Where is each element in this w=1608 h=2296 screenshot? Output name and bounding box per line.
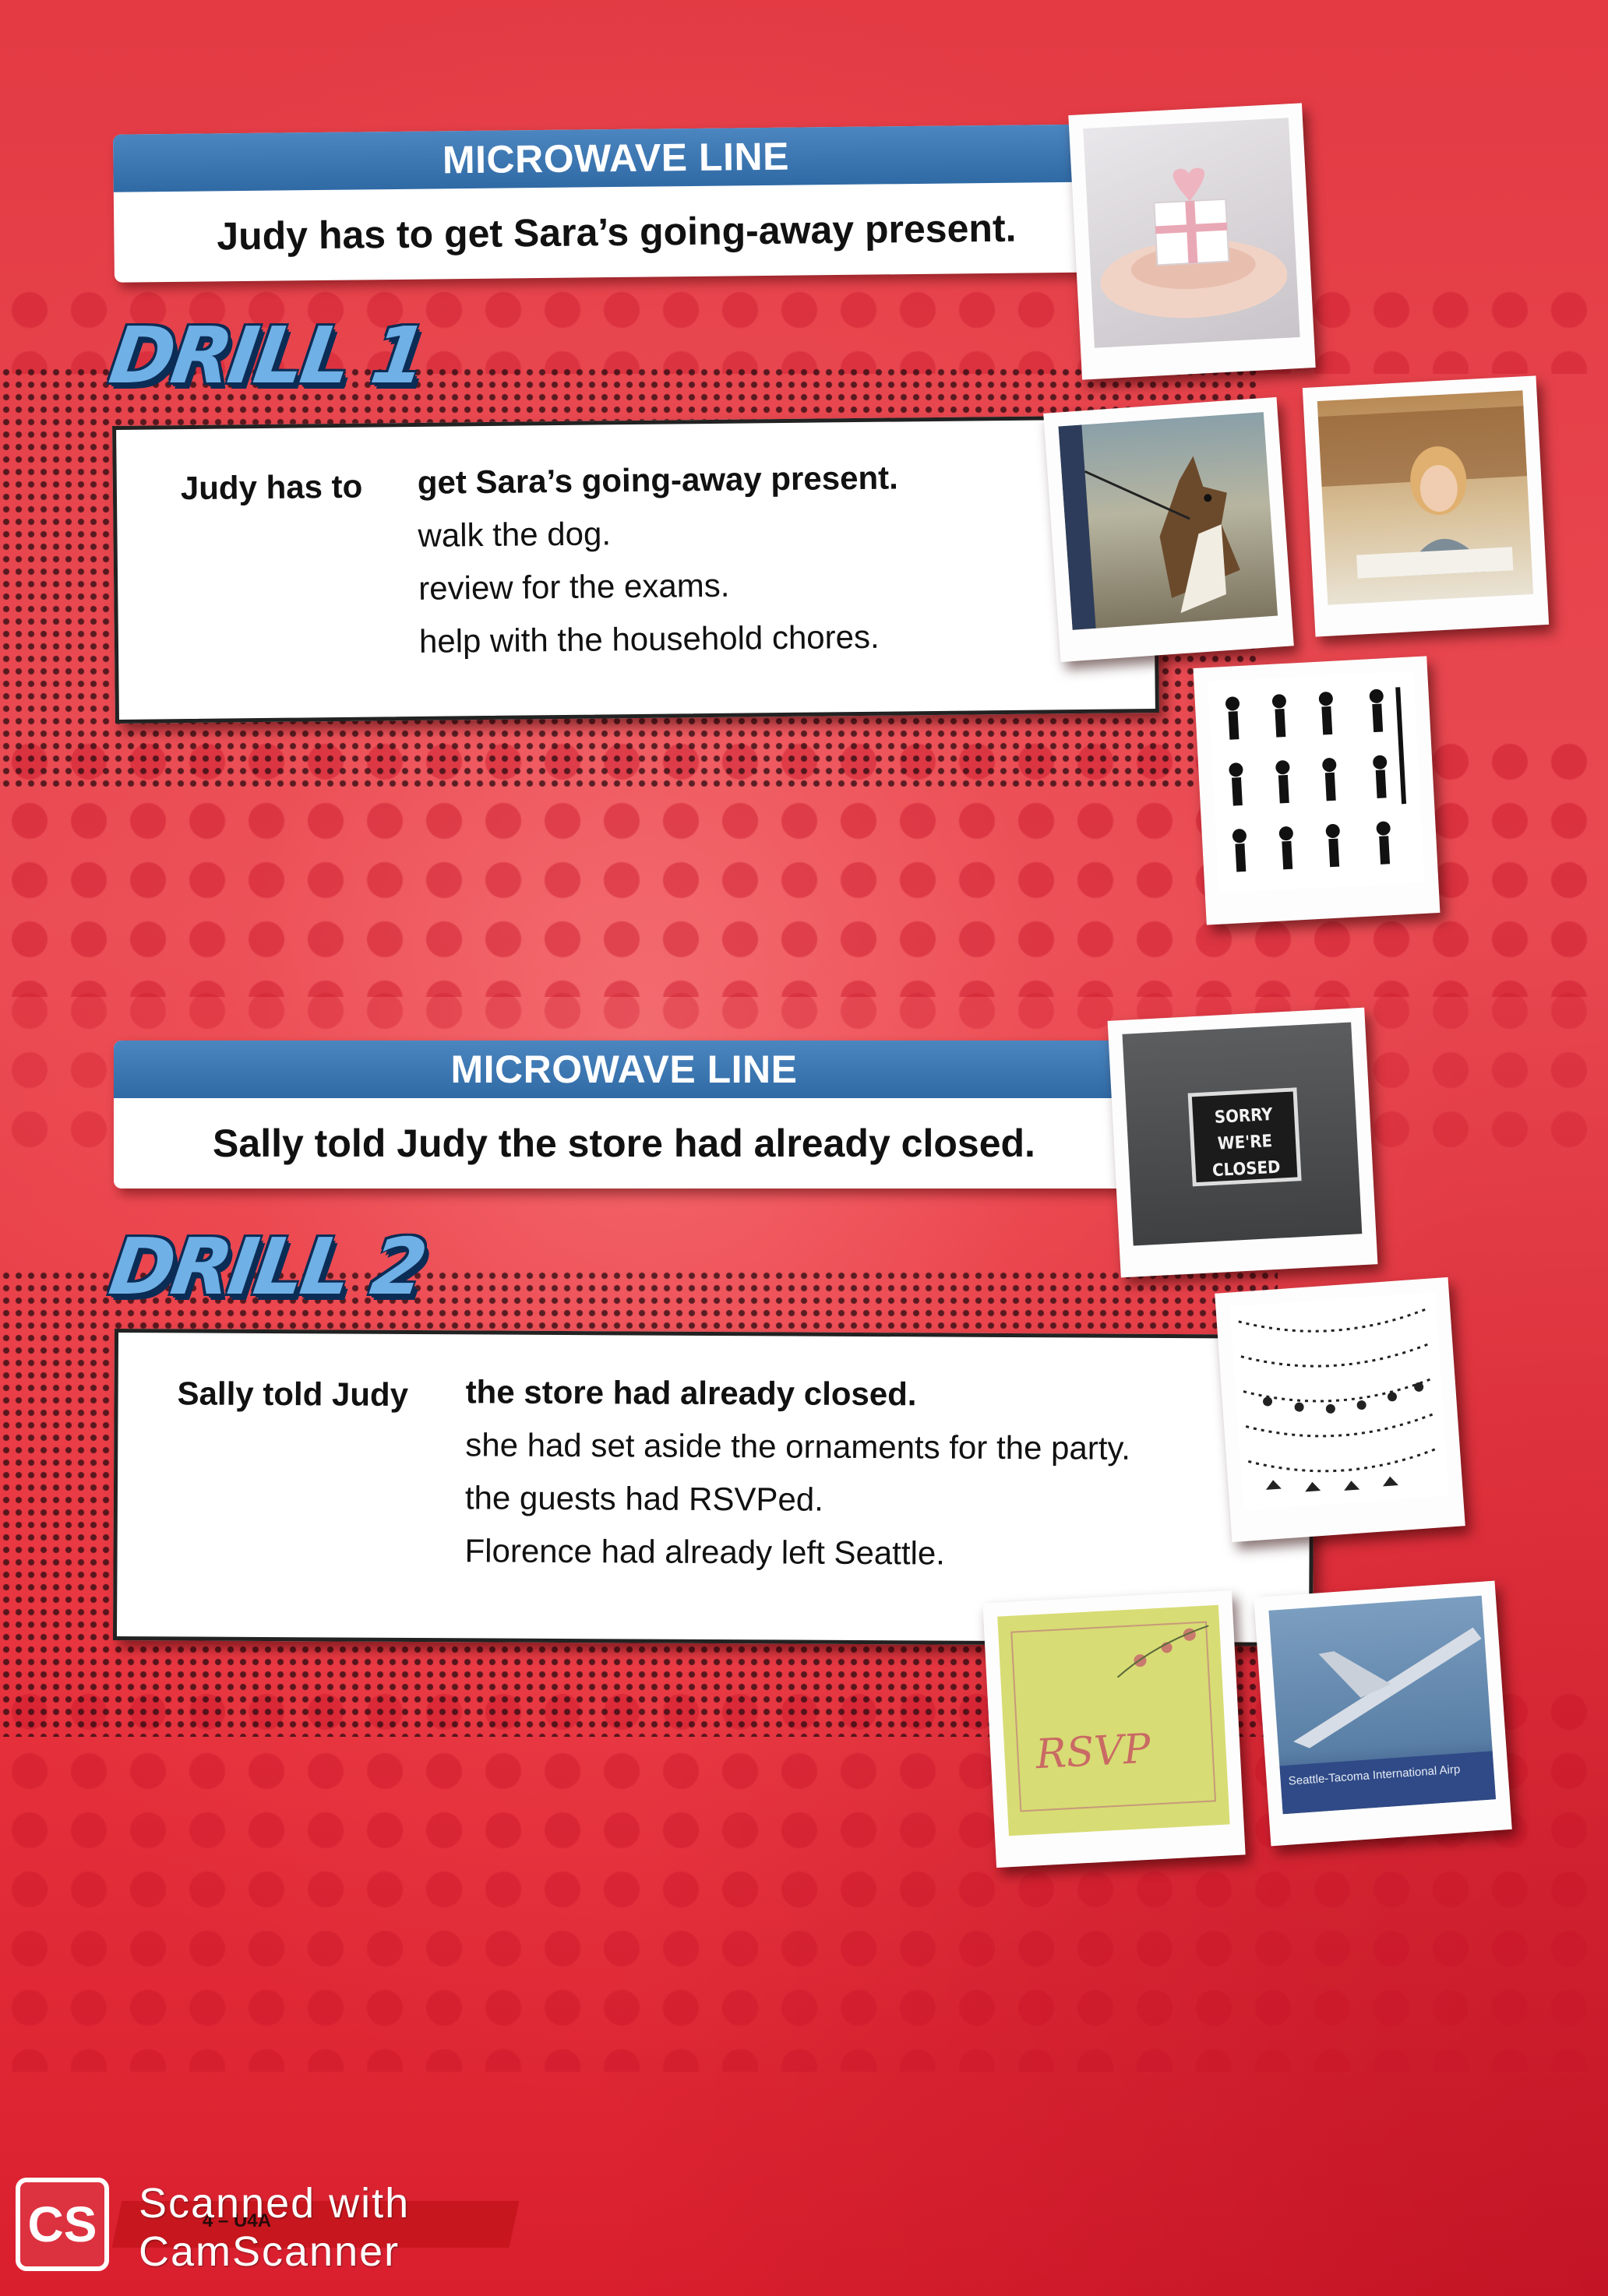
rsvp-card-image: RSVP bbox=[997, 1604, 1230, 1836]
photo-dog bbox=[1043, 396, 1294, 663]
gift-image bbox=[1083, 118, 1300, 348]
drill-2-lead: Sally told Judy bbox=[177, 1375, 409, 1413]
photo-ornaments bbox=[1215, 1277, 1465, 1543]
closed-sign-board: SORRY WE'RE CLOSED bbox=[1187, 1087, 1302, 1187]
camscanner-line-2: CamScanner bbox=[139, 2228, 400, 2275]
drill-1-option-2: walk the dog. bbox=[418, 515, 612, 554]
airport-image: Seattle-Tacoma International Airp bbox=[1268, 1595, 1497, 1815]
dog-image bbox=[1058, 412, 1278, 630]
page-background: MICROWAVE LINE Judy has to get Sara’s go… bbox=[0, 0, 1608, 2296]
drill-2-options: the store had already closed. she had se… bbox=[464, 1365, 1130, 1580]
microwave-line-sentence-2: Sally told Judy the store had already cl… bbox=[213, 1122, 1035, 1165]
photo-gift-hands bbox=[1068, 103, 1316, 380]
photo-rsvp-card: RSVP bbox=[982, 1590, 1246, 1868]
drill-2-option-1: the store had already closed. bbox=[465, 1373, 917, 1413]
microwave-line-title: MICROWAVE LINE bbox=[113, 124, 1119, 192]
photo-household-chores bbox=[1193, 656, 1440, 925]
drill-2-option-3: the guests had RSVPed. bbox=[464, 1479, 824, 1518]
dog-illustration bbox=[1058, 424, 1240, 630]
studying-illustration bbox=[1317, 406, 1528, 579]
microwave-line-card-2: MICROWAVE LINE Sally told Judy the store… bbox=[114, 1041, 1134, 1188]
drill-1-label: DRILL 1 bbox=[104, 310, 430, 401]
studying-image bbox=[1317, 390, 1534, 605]
drill-1-options: get Sara’s going-away present. walk the … bbox=[417, 451, 900, 667]
gift-hands-illustration bbox=[1100, 167, 1288, 319]
microwave-line-card-1: MICROWAVE LINE Judy has to get Sara’s go… bbox=[113, 124, 1120, 283]
drill-1-option-1: get Sara’s going-away present. bbox=[417, 459, 898, 501]
photo-airport: Seattle-Tacoma International Airp bbox=[1254, 1580, 1512, 1847]
drill-2-label: DRILL 2 bbox=[104, 1221, 430, 1312]
microwave-line-sentence: Judy has to get Sara’s going-away presen… bbox=[217, 206, 1017, 259]
chores-icons bbox=[1225, 687, 1407, 872]
camscanner-line-1: Scanned with bbox=[139, 2180, 411, 2227]
photo-closed-sign: SORRY WE'RE CLOSED bbox=[1107, 1007, 1378, 1278]
drill-2-option-4: Florence had already left Seattle. bbox=[464, 1532, 946, 1572]
photo-studying bbox=[1302, 375, 1550, 637]
closed-sign-image: SORRY WE'RE CLOSED bbox=[1122, 1022, 1363, 1246]
ornaments-image bbox=[1229, 1292, 1450, 1510]
rsvp-text: RSVP bbox=[1035, 1725, 1152, 1779]
floral-decoration bbox=[1116, 1625, 1209, 1678]
drill-1-option-4: help with the household chores. bbox=[418, 618, 880, 660]
chores-pictograms bbox=[1208, 671, 1425, 893]
closed-sign-text: SORRY WE'RE CLOSED bbox=[1211, 1104, 1282, 1181]
ornaments-illustration bbox=[1238, 1307, 1439, 1492]
drill-1-lead: Judy has to bbox=[180, 467, 363, 507]
drill-2-option-2: she had set aside the ornaments for the … bbox=[465, 1426, 1131, 1467]
drill-1-option-3: review for the exams. bbox=[418, 566, 730, 607]
drill-1-box: Judy has to get Sara’s going-away presen… bbox=[112, 414, 1159, 724]
camscanner-logo: CS bbox=[16, 2178, 109, 2271]
microwave-line-title-2: MICROWAVE LINE bbox=[114, 1041, 1134, 1098]
